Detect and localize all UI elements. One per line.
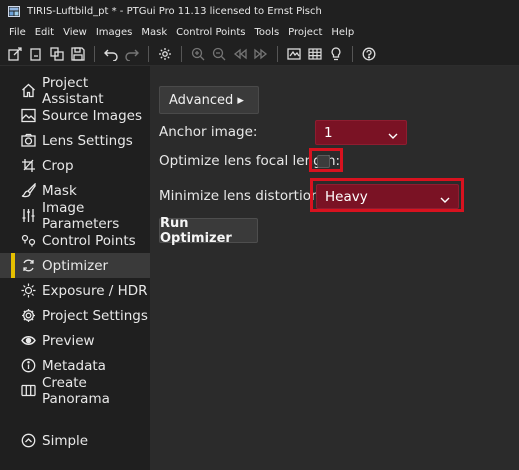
- title-bar: TIRIS-Luftbild_pt * - PTGui Pro 11.13 li…: [0, 0, 519, 22]
- menu-project[interactable]: Project: [285, 27, 325, 38]
- optimize-focal-length-checkbox[interactable]: [317, 155, 330, 168]
- menu-bar: File Edit View Images Mask Control Point…: [0, 22, 519, 42]
- run-optimizer-button[interactable]: Run Optimizer: [159, 216, 258, 246]
- control-points-icon: [20, 233, 36, 249]
- toolbar-separator: [277, 45, 278, 62]
- toolbar-separator: [94, 45, 95, 62]
- window-title: TIRIS-Luftbild_pt * - PTGui Pro 11.13 li…: [27, 5, 322, 17]
- info-icon: [20, 358, 36, 374]
- optimize-focal-length-label: Optimize lens focal length:: [159, 153, 341, 169]
- settings-icon[interactable]: [156, 45, 174, 63]
- lightbulb-icon[interactable]: [327, 45, 345, 63]
- brush-icon: [20, 183, 36, 199]
- sidebar-item-label: Image Parameters: [42, 199, 120, 232]
- sidebar-item-source-images[interactable]: Source Images: [0, 103, 150, 128]
- new-project-icon[interactable]: [6, 45, 24, 63]
- undo-icon[interactable]: [102, 45, 120, 63]
- sidebar-item-label: Mask: [42, 182, 77, 199]
- sun-icon: [20, 283, 36, 299]
- menu-edit[interactable]: Edit: [32, 27, 57, 38]
- home-icon: [20, 83, 36, 99]
- open-icon[interactable]: [27, 45, 45, 63]
- zoom-in-icon[interactable]: [189, 45, 207, 63]
- sidebar-item-label: Lens Settings: [42, 132, 133, 149]
- menu-help[interactable]: Help: [328, 27, 357, 38]
- eye-icon: [20, 333, 36, 349]
- sidebar-item-label: Metadata: [42, 357, 106, 374]
- sidebar-item-label: Source Images: [42, 107, 142, 124]
- camera-icon: [20, 133, 36, 149]
- optimizer-icon: [20, 258, 36, 274]
- chevron-down-icon: [440, 192, 450, 208]
- sidebar-item-label: Preview: [42, 332, 95, 349]
- crop-icon: [20, 158, 36, 174]
- copy-icon[interactable]: [48, 45, 66, 63]
- sidebar-item-label: Control Points: [42, 232, 136, 249]
- sidebar: Project Assistant Source Images Lens Set…: [0, 66, 150, 470]
- menu-tools[interactable]: Tools: [252, 27, 283, 38]
- menu-file[interactable]: File: [6, 27, 29, 38]
- chevron-down-icon: [388, 128, 398, 144]
- menu-mask[interactable]: Mask: [138, 27, 170, 38]
- menu-control-points[interactable]: Control Points: [173, 27, 248, 38]
- sidebar-item-exposure-hdr[interactable]: Exposure / HDR: [0, 278, 150, 303]
- sidebar-item-project-assistant[interactable]: Project Assistant: [0, 75, 150, 107]
- chevron-up-circle-icon: [20, 433, 36, 449]
- sidebar-item-image-parameters[interactable]: Image Parameters: [0, 200, 150, 232]
- sliders-icon: [20, 208, 36, 224]
- zoom-out-icon[interactable]: [210, 45, 228, 63]
- sidebar-item-label: Exposure / HDR: [42, 282, 148, 299]
- optimizer-panel: Advanced ▸ Anchor image: 1 Optimize lens…: [150, 66, 519, 470]
- sidebar-item-label: Create Panorama: [42, 374, 110, 407]
- simple-mode-toggle[interactable]: Simple: [0, 428, 150, 453]
- sidebar-item-label: Project Settings: [42, 307, 148, 324]
- minimize-distortion-value: Heavy: [325, 188, 368, 205]
- sidebar-item-crop[interactable]: Crop: [0, 153, 150, 178]
- minimize-distortion-label: Minimize lens distortion:: [159, 188, 325, 204]
- simple-mode-label: Simple: [42, 432, 89, 449]
- sidebar-item-optimizer[interactable]: Optimizer: [0, 253, 150, 278]
- toolbar: [0, 42, 519, 66]
- image-icon: [20, 108, 36, 124]
- previous-icon[interactable]: [231, 45, 249, 63]
- advanced-button[interactable]: Advanced ▸: [159, 86, 259, 114]
- panorama-editor-icon[interactable]: [285, 45, 303, 63]
- menu-view[interactable]: View: [60, 27, 90, 38]
- redo-icon[interactable]: [123, 45, 141, 63]
- sidebar-item-control-points[interactable]: Control Points: [0, 228, 150, 253]
- anchor-image-label: Anchor image:: [159, 124, 258, 140]
- next-icon[interactable]: [252, 45, 270, 63]
- help-icon[interactable]: [360, 45, 378, 63]
- sidebar-item-lens-settings[interactable]: Lens Settings: [0, 128, 150, 153]
- toolbar-separator: [181, 45, 182, 62]
- toolbar-separator: [352, 45, 353, 62]
- toolbar-separator: [148, 45, 149, 62]
- anchor-image-select[interactable]: 1: [315, 120, 407, 145]
- sidebar-item-label: Crop: [42, 157, 74, 174]
- sidebar-item-label: Project Assistant: [42, 74, 104, 107]
- gear-icon: [20, 308, 36, 324]
- sidebar-item-project-settings[interactable]: Project Settings: [0, 303, 150, 328]
- minimize-distortion-select[interactable]: Heavy: [316, 184, 459, 209]
- ptgui-app-icon: [8, 5, 20, 17]
- sidebar-item-create-panorama[interactable]: Create Panorama: [0, 375, 150, 407]
- sidebar-item-label: Optimizer: [42, 257, 109, 274]
- table-icon[interactable]: [306, 45, 324, 63]
- anchor-image-value: 1: [324, 124, 333, 141]
- panorama-icon: [20, 383, 36, 399]
- sidebar-item-preview[interactable]: Preview: [0, 328, 150, 353]
- menu-images[interactable]: Images: [93, 27, 136, 38]
- save-icon[interactable]: [69, 45, 87, 63]
